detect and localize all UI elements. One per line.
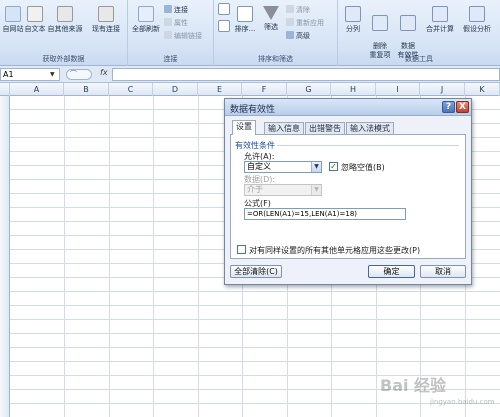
validation-criteria-heading: 有效性条件 bbox=[235, 141, 275, 150]
advanced-filter-item[interactable]: 高级 bbox=[286, 31, 310, 41]
column-header[interactable]: B bbox=[64, 83, 109, 96]
sort-za-icon bbox=[218, 20, 230, 32]
group-title-sort-filter: 排序和筛选 bbox=[258, 55, 293, 63]
column-header[interactable]: E bbox=[198, 83, 242, 96]
data-select: 介于 ▼ bbox=[244, 184, 322, 196]
link-icon bbox=[164, 5, 172, 13]
row-headers[interactable] bbox=[0, 96, 10, 417]
chevron-down-icon: ▼ bbox=[311, 185, 321, 195]
formula-input[interactable] bbox=[112, 68, 500, 81]
text-to-columns-button[interactable]: 分列 bbox=[340, 6, 366, 34]
refresh-icon bbox=[138, 6, 154, 22]
properties-icon bbox=[164, 18, 172, 26]
tab-settings[interactable]: 设置 bbox=[232, 120, 256, 135]
group-title-data-tools: 数据工具 bbox=[405, 55, 433, 63]
group-connections: 全部刷新 连接 属性 编辑链接 连接 bbox=[128, 0, 214, 66]
group-external-data: 自网站 自文本 自其他来源 现有连接 获取外部数据 bbox=[0, 0, 128, 66]
connections-item[interactable]: 连接 bbox=[164, 5, 188, 15]
close-button[interactable]: X bbox=[456, 101, 469, 113]
other-sources-icon bbox=[57, 6, 73, 22]
existing-connections-button[interactable]: 现有连接 bbox=[88, 6, 124, 34]
tab-ime-mode[interactable]: 输入法模式 bbox=[346, 122, 394, 134]
column-header[interactable]: I bbox=[376, 83, 420, 96]
formula-value: =OR(LEN(A1)=15,LEN(A1)=18) bbox=[247, 210, 357, 218]
apply-all-label: 对有同样设置的所有其他单元格应用这些更改(P) bbox=[249, 246, 421, 255]
column-headers: A B C D E F G H I J K bbox=[0, 83, 500, 96]
ribbon: 自网站 自文本 自其他来源 现有连接 获取外部数据 全部刷新 连接 属性 编辑链… bbox=[0, 0, 500, 66]
sort-az-icon bbox=[218, 3, 230, 15]
allow-select-value: 自定义 bbox=[247, 162, 271, 171]
web-icon bbox=[5, 6, 21, 22]
what-if-icon bbox=[469, 6, 485, 22]
properties-item[interactable]: 属性 bbox=[164, 18, 188, 28]
sort-za-button[interactable] bbox=[216, 20, 232, 34]
sort-az-button[interactable] bbox=[216, 3, 232, 17]
tab-error-alert[interactable]: 出错警告 bbox=[305, 122, 345, 134]
formula-bar: A1 ▼ ⌒ fx bbox=[0, 66, 500, 83]
reapply-icon bbox=[286, 18, 294, 26]
consolidate-icon bbox=[432, 6, 448, 22]
from-other-sources-button[interactable]: 自其他来源 bbox=[46, 6, 84, 34]
funnel-icon bbox=[263, 6, 279, 20]
clear-all-button[interactable]: 全部清除(C) bbox=[230, 265, 282, 278]
data-select-value: 介于 bbox=[247, 185, 263, 194]
group-title-external: 获取外部数据 bbox=[42, 55, 85, 63]
column-header[interactable]: C bbox=[109, 83, 153, 96]
allow-select[interactable]: 自定义 ▼ bbox=[244, 161, 322, 173]
section-divider bbox=[277, 145, 459, 146]
data-validation-dialog: 数据有效性 ? X 设置 输入信息 出错警告 输入法模式 有效性条件 允许(A)… bbox=[224, 98, 472, 285]
consolidate-button[interactable]: 合并计算 bbox=[422, 6, 458, 34]
remove-duplicates-icon bbox=[372, 15, 388, 31]
fx-icon[interactable]: fx bbox=[100, 68, 108, 77]
dialog-title-bar[interactable]: 数据有效性 ? X bbox=[225, 99, 471, 116]
column-header[interactable]: K bbox=[465, 83, 500, 96]
group-data-tools: 分列 删除 重复项 数据 有效性 合并计算 假设分析 数据工具 bbox=[338, 0, 500, 66]
ok-button[interactable]: 确定 bbox=[368, 265, 415, 278]
chevron-down-icon[interactable]: ▼ bbox=[50, 71, 55, 78]
remove-duplicates-button[interactable]: 删除 重复项 bbox=[366, 6, 394, 60]
column-header[interactable]: F bbox=[242, 83, 287, 96]
chevron-down-icon[interactable]: ▼ bbox=[311, 162, 321, 172]
dialog-title: 数据有效性 bbox=[230, 105, 276, 115]
columns-icon bbox=[345, 6, 361, 22]
group-title-connections: 连接 bbox=[163, 55, 178, 63]
filter-button[interactable]: 筛选 bbox=[260, 6, 282, 32]
column-header[interactable]: G bbox=[287, 83, 331, 96]
ignore-blank-checkbox[interactable]: ✓ bbox=[329, 162, 338, 171]
watermark: Bai 经验 bbox=[380, 376, 447, 395]
column-header[interactable]: A bbox=[10, 83, 64, 96]
from-web-button[interactable]: 自网站 bbox=[2, 6, 24, 34]
column-header[interactable]: D bbox=[153, 83, 198, 96]
column-header[interactable]: J bbox=[420, 83, 465, 96]
from-text-button[interactable]: 自文本 bbox=[24, 6, 46, 34]
select-all-corner[interactable] bbox=[0, 83, 10, 96]
connections-icon bbox=[98, 6, 114, 22]
data-validation-icon bbox=[400, 15, 416, 31]
column-header[interactable]: H bbox=[331, 83, 376, 96]
help-button[interactable]: ? bbox=[442, 101, 455, 113]
ignore-blank-label: 忽略空值(B) bbox=[341, 163, 385, 172]
formula-field[interactable]: =OR(LEN(A1)=15,LEN(A1)=18) bbox=[244, 208, 406, 220]
edit-links-icon bbox=[164, 31, 172, 39]
data-validation-button[interactable]: 数据 有效性 bbox=[394, 6, 422, 60]
clear-icon bbox=[286, 5, 294, 13]
cancel-button[interactable]: 取消 bbox=[420, 265, 466, 278]
edit-links-item[interactable]: 编辑链接 bbox=[164, 31, 202, 41]
watermark-url: jingyan.baidu.com bbox=[430, 398, 495, 406]
sort-button[interactable]: 排序... bbox=[232, 6, 258, 34]
reapply-item[interactable]: 重新应用 bbox=[286, 18, 324, 28]
sort-icon bbox=[237, 6, 253, 22]
advanced-icon bbox=[286, 31, 294, 39]
apply-all-checkbox[interactable] bbox=[237, 245, 246, 254]
refresh-all-button[interactable]: 全部刷新 bbox=[130, 6, 162, 34]
formula-bar-controls[interactable]: ⌒ bbox=[66, 69, 92, 80]
settings-panel: 有效性条件 允许(A): 自定义 ▼ ✓ 忽略空值(B) 数据(D): 介于 ▼… bbox=[230, 134, 466, 259]
what-if-analysis-button[interactable]: 假设分析 bbox=[458, 6, 496, 34]
text-file-icon bbox=[27, 6, 43, 22]
tab-input-message[interactable]: 输入信息 bbox=[264, 122, 304, 134]
clear-filter-item[interactable]: 清除 bbox=[286, 5, 310, 15]
group-sort-filter: 排序... 筛选 清除 重新应用 高级 排序和筛选 bbox=[214, 0, 338, 66]
